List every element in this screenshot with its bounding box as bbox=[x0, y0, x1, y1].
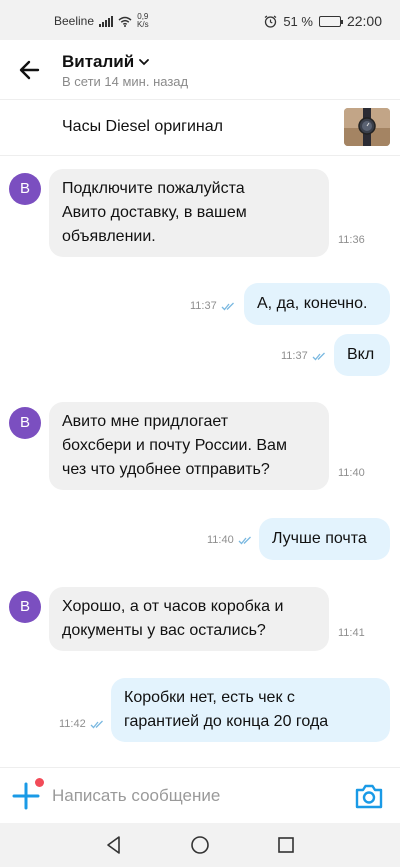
message-line: гарантией до конца 20 года bbox=[124, 713, 329, 730]
message-time-row: 11:37 bbox=[281, 350, 326, 362]
message-input[interactable] bbox=[52, 782, 332, 810]
listing-thumbnail[interactable] bbox=[344, 108, 390, 146]
message-line: А, да, конечно. bbox=[257, 295, 368, 312]
sender-avatar[interactable]: В bbox=[9, 591, 41, 623]
status-left: Beeline 0,9 K/s bbox=[54, 13, 149, 29]
message-line: Авито доставку, в вашем bbox=[62, 204, 247, 221]
message-bubble-outgoing[interactable]: Вкл bbox=[334, 334, 390, 376]
clock: 22:00 bbox=[346, 13, 382, 29]
message-line: Вкл bbox=[347, 346, 375, 363]
battery-percent: 51 % bbox=[283, 13, 313, 29]
circle-home-icon[interactable] bbox=[190, 835, 210, 855]
message-time: 11:41 bbox=[338, 627, 365, 639]
message-bubble-outgoing[interactable]: А, да, конечно. bbox=[244, 283, 390, 325]
contact-name-button[interactable]: Виталий bbox=[62, 52, 150, 72]
carrier-label: Beeline bbox=[54, 14, 95, 28]
sender-avatar[interactable]: В bbox=[9, 407, 41, 439]
status-bar: Beeline 0,9 K/s 51 % 22:00 bbox=[0, 0, 400, 40]
camera-icon[interactable] bbox=[354, 782, 384, 810]
message-time: 11:37 bbox=[190, 300, 217, 312]
battery-icon bbox=[318, 15, 343, 27]
listing-strip[interactable]: Часы Diesel оригинал bbox=[0, 100, 400, 156]
alarm-icon bbox=[264, 15, 277, 28]
message-time: 11:40 bbox=[207, 534, 234, 546]
system-nav-bar bbox=[0, 823, 400, 867]
wifi-icon bbox=[118, 16, 132, 27]
message-line: Лучше почта bbox=[272, 530, 367, 547]
watch-image-icon bbox=[344, 108, 390, 146]
last-seen-status: В сети 14 мин. назад bbox=[62, 74, 189, 89]
chat-header: Виталий В сети 14 мин. назад bbox=[0, 40, 400, 100]
message-time-row: 11:42 bbox=[59, 718, 104, 730]
triangle-back-icon[interactable] bbox=[104, 835, 124, 855]
message-time: 11:37 bbox=[281, 350, 308, 362]
message-composer bbox=[0, 767, 400, 823]
net-speed: 0,9 K/s bbox=[137, 13, 149, 29]
contact-name: Виталий bbox=[62, 52, 135, 71]
message-line: чез что удобнее отправить? bbox=[62, 461, 270, 478]
message-line: Хорошо, а от часов коробка и bbox=[62, 598, 284, 615]
double-check-icon bbox=[238, 536, 251, 544]
message-line: Коробки нет, есть чек с bbox=[124, 689, 295, 706]
message-bubble-outgoing[interactable]: Коробки нет, есть чек с гарантией до кон… bbox=[111, 678, 390, 742]
message-time: 11:42 bbox=[59, 718, 86, 730]
message-bubble-incoming[interactable]: Подключите пожалуйста Авито доставку, в … bbox=[49, 169, 329, 257]
message-line: бохсбери и почту России. Вам bbox=[62, 437, 287, 454]
net-speed-unit: K/s bbox=[137, 20, 149, 29]
notification-dot bbox=[35, 778, 44, 787]
message-line: Авито мне придлогает bbox=[62, 413, 229, 430]
message-line: документы у вас остались? bbox=[62, 622, 266, 639]
status-right: 51 % 22:00 bbox=[264, 13, 382, 29]
message-time: 11:36 bbox=[338, 234, 365, 246]
square-recent-icon[interactable] bbox=[276, 835, 296, 855]
message-bubble-incoming[interactable]: Хорошо, а от часов коробка и документы у… bbox=[49, 587, 329, 651]
message-time-row: 11:37 bbox=[190, 300, 235, 312]
double-check-icon bbox=[221, 302, 234, 310]
back-arrow-icon[interactable] bbox=[14, 56, 46, 84]
message-bubble-outgoing[interactable]: Лучше почта bbox=[259, 518, 390, 560]
listing-title: Часы Diesel оригинал bbox=[62, 118, 223, 135]
message-time: 11:40 bbox=[338, 467, 365, 479]
double-check-icon bbox=[312, 352, 325, 360]
sender-avatar[interactable]: В bbox=[9, 173, 41, 205]
double-check-icon bbox=[90, 720, 103, 728]
message-bubble-incoming[interactable]: Авито мне придлогает бохсбери и почту Ро… bbox=[49, 402, 329, 490]
message-list[interactable]: В Подключите пожалуйста Авито доставку, … bbox=[0, 157, 400, 767]
message-line: объявлении. bbox=[62, 228, 156, 245]
message-line: Подключите пожалуйста bbox=[62, 180, 245, 197]
message-time-row: 11:40 bbox=[207, 534, 252, 546]
signal-icon bbox=[99, 15, 114, 27]
chevron-down-icon bbox=[139, 59, 150, 66]
